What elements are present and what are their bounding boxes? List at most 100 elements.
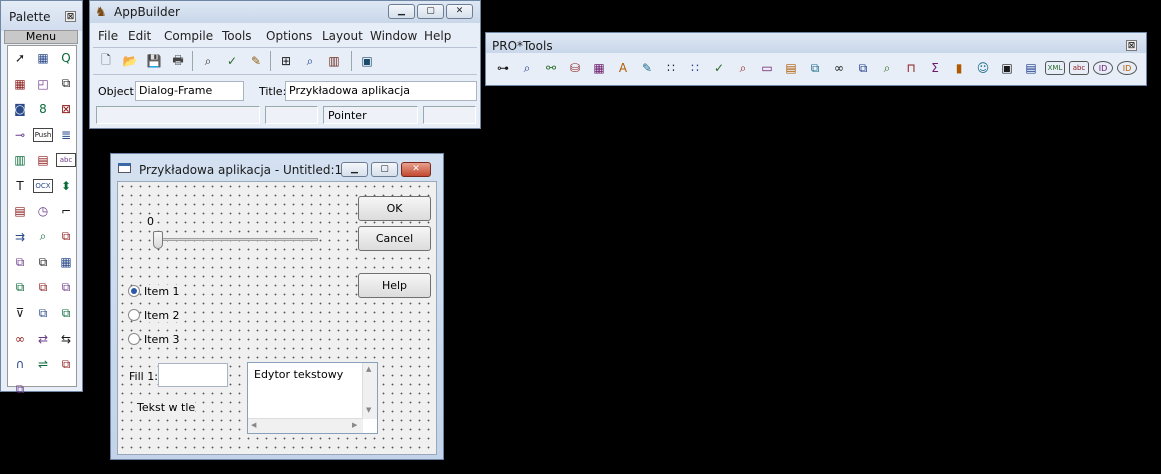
widgets-icon[interactable]: ▦	[33, 48, 53, 68]
selection-list-icon[interactable]: ▤	[10, 201, 30, 221]
database-icon[interactable]: ⛁	[565, 58, 585, 78]
magnify-icon[interactable]: ⌕	[733, 58, 753, 78]
menu-compile[interactable]: Compile	[164, 29, 213, 43]
filter-icon[interactable]: ⊽	[10, 303, 30, 323]
scroll-right-icon[interactable]: ▶	[352, 421, 357, 429]
radio-item-2[interactable]	[128, 309, 140, 321]
layout-icon[interactable]: ⧉	[805, 58, 825, 78]
text-editor[interactable]: Edytor tekstowy ▲ ▼ ◀ ▶	[247, 362, 378, 434]
sort-icon[interactable]: A	[613, 58, 633, 78]
find-icon[interactable]: ⌕	[198, 51, 218, 71]
update-icon[interactable]: ⇄	[33, 329, 53, 349]
menu-options[interactable]: Options	[266, 29, 312, 43]
scroll-down-icon[interactable]: ▼	[366, 406, 371, 414]
grid-icon[interactable]: ∷	[661, 58, 681, 78]
inspect-icon[interactable]: ⌕	[877, 58, 897, 78]
editor-icon[interactable]: ▤	[33, 150, 53, 170]
maximize-button[interactable]: ▢	[417, 4, 444, 19]
toggle-icon[interactable]: 8	[33, 99, 53, 119]
minimize-button[interactable]: ▁	[388, 4, 415, 19]
pipe-icon[interactable]: ⊓	[901, 58, 921, 78]
viewer-icon[interactable]: ⧉	[10, 252, 30, 272]
timer-icon[interactable]: ◷	[33, 201, 53, 221]
close-button[interactable]: ✕	[446, 4, 473, 19]
print-icon[interactable]: 🖶	[168, 51, 188, 71]
list-icon[interactable]: ≣	[56, 125, 76, 145]
radio-item-3[interactable]	[128, 333, 140, 345]
slider-icon[interactable]: ⊸	[10, 125, 30, 145]
help-button[interactable]: Help	[358, 273, 431, 298]
menu-edit[interactable]: Edit	[128, 29, 151, 43]
scroll-left-icon[interactable]: ◀	[251, 421, 256, 429]
frame-icon[interactable]: ◰	[33, 74, 53, 94]
open-folder-icon[interactable]: 📂	[120, 51, 140, 71]
push-button-icon[interactable]: Push	[33, 127, 53, 142]
palette-close-button[interactable]: ⊠	[65, 11, 76, 22]
menu-window[interactable]: Window	[370, 29, 417, 43]
toolbar-icon[interactable]: ⧉	[33, 303, 53, 323]
panel-icon[interactable]: ⧉	[33, 278, 53, 298]
menu-tools[interactable]: Tools	[222, 29, 252, 43]
navigator-icon[interactable]: ⧉	[56, 303, 76, 323]
wizard-icon[interactable]: ⌕	[33, 227, 53, 247]
id2-icon[interactable]: ID	[1117, 61, 1137, 75]
debugger-icon[interactable]: ⊶	[493, 58, 513, 78]
menu-layout[interactable]: Layout	[322, 29, 363, 43]
share-icon[interactable]: ⧉	[853, 58, 873, 78]
smartobject-icon[interactable]: ⧉	[56, 227, 76, 247]
dialog-minimize-button[interactable]: ▁	[341, 162, 368, 177]
column-icon[interactable]: ▮	[949, 58, 969, 78]
radio-item-1[interactable]	[128, 285, 140, 297]
fill-in-icon[interactable]: abc	[56, 153, 76, 167]
ocx-icon[interactable]: OCX	[33, 178, 53, 193]
hierarchy-icon[interactable]: ⊞	[276, 51, 296, 71]
computer-icon[interactable]: ▣	[357, 51, 377, 71]
rect-icon[interactable]: ⊠	[56, 99, 76, 119]
dialog-maximize-button[interactable]: ▢	[371, 162, 398, 177]
tree-icon[interactable]: ⚯	[541, 58, 561, 78]
window-icon[interactable]: ⧉	[56, 74, 76, 94]
books-icon[interactable]: ▥	[324, 51, 344, 71]
palette-menu-button[interactable]: Menu	[4, 30, 78, 44]
dataview-icon[interactable]: ⧉	[56, 354, 76, 374]
rule-icon[interactable]: ∷	[685, 58, 705, 78]
flow-icon[interactable]: ⇌	[33, 354, 53, 374]
brush-icon[interactable]: ✎	[637, 58, 657, 78]
scroll-up-icon[interactable]: ▲	[366, 365, 371, 373]
camera-icon[interactable]: ◙	[10, 99, 30, 119]
save-icon[interactable]: 💾	[144, 51, 164, 71]
text-icon[interactable]: T	[10, 176, 30, 196]
extra-icon[interactable]: ⧉	[10, 380, 30, 400]
sdo-icon[interactable]: ⇉	[10, 227, 30, 247]
check-icon[interactable]: ✓	[709, 58, 729, 78]
line-icon[interactable]: ⌐	[56, 201, 76, 221]
menu-help[interactable]: Help	[424, 29, 451, 43]
browse-icon[interactable]: ▦	[10, 74, 30, 94]
link-icon[interactable]: ∞	[10, 329, 30, 349]
browser-icon[interactable]: ▦	[56, 252, 76, 272]
new-file-icon[interactable]: 🗋	[96, 51, 116, 71]
protools-close-button[interactable]: ⊠	[1126, 40, 1137, 51]
combo-icon[interactable]: ⬍	[56, 176, 76, 196]
sbo-icon[interactable]: ⧉	[33, 252, 53, 272]
query-icon[interactable]: Q	[56, 48, 76, 68]
notebook-icon[interactable]: ▣	[997, 58, 1017, 78]
title-field[interactable]: Przykładowa aplikacja	[285, 81, 477, 101]
slider-thumb[interactable]	[153, 231, 163, 249]
report-icon[interactable]: ▦	[589, 58, 609, 78]
id-icon[interactable]: ID	[1093, 61, 1113, 75]
doc-icon[interactable]: ▤	[781, 58, 801, 78]
clipboard-icon[interactable]: ▤	[1021, 58, 1041, 78]
folder-icon[interactable]: ⧉	[56, 278, 76, 298]
editor-hscrollbar[interactable]: ◀ ▶	[248, 418, 363, 433]
fill-input[interactable]	[158, 363, 228, 387]
pointer-icon[interactable]: ➚	[10, 48, 30, 68]
people-icon[interactable]: ☺	[973, 58, 993, 78]
edit-code-icon[interactable]: ✎	[246, 51, 266, 71]
sigma-icon[interactable]: Σ	[925, 58, 945, 78]
transfer-icon[interactable]: ⇆	[56, 329, 76, 349]
xml-icon[interactable]: XML	[1045, 61, 1065, 75]
object-field[interactable]: Dialog-Frame	[135, 81, 244, 101]
cancel-button[interactable]: Cancel	[358, 226, 431, 251]
abc-icon[interactable]: abc	[1069, 61, 1089, 75]
